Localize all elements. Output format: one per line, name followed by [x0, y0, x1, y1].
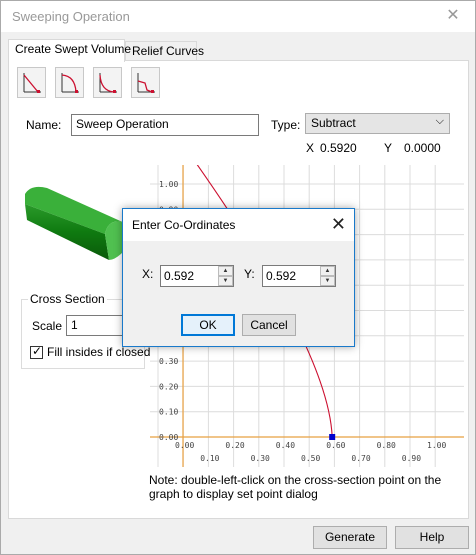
- y-tick-label: 0.10: [159, 408, 178, 417]
- y-tick-label: 0.20: [159, 382, 178, 391]
- dialog-x-value: 0.592: [164, 269, 195, 283]
- close-icon[interactable]: ✕: [331, 214, 346, 235]
- spinner-arrows: ▲ ▼: [218, 266, 233, 286]
- cancel-button[interactable]: Cancel: [242, 314, 296, 336]
- name-field[interactable]: Sweep Operation: [71, 114, 259, 136]
- profile-step-button[interactable]: [131, 67, 160, 98]
- x-tick-label: 0.20: [225, 441, 244, 450]
- help-button[interactable]: Help: [395, 526, 469, 549]
- dialog-x-spinner[interactable]: 0.592 ▲ ▼: [160, 265, 234, 287]
- graph-note: Note: double-left-click on the cross-sec…: [149, 473, 442, 501]
- x-tick-label: 0.30: [251, 454, 270, 463]
- title-bar[interactable]: Sweeping Operation ✕: [1, 1, 475, 32]
- x-readout-value: 0.5920: [320, 141, 357, 155]
- profile-step-icon: [137, 73, 155, 93]
- spinner-arrows: ▲ ▼: [320, 266, 335, 286]
- profile-convex-button[interactable]: [55, 67, 84, 98]
- dialog-x-label: X:: [142, 267, 154, 281]
- x-tick-label: 0.00: [175, 441, 194, 450]
- x-tick-label: 0.90: [402, 454, 421, 463]
- generate-button[interactable]: Generate: [313, 526, 387, 549]
- profile-convex-icon: [61, 73, 79, 93]
- enter-coordinates-dialog: Enter Co-Ordinates ✕ X: 0.592 ▲ ▼ Y: 0.5…: [122, 208, 355, 347]
- scale-field[interactable]: 1: [66, 315, 126, 336]
- fill-insides-label: Fill insides if closed: [47, 345, 151, 359]
- dialog-title: Enter Co-Ordinates: [132, 218, 236, 232]
- x-tick-label: 0.50: [301, 454, 320, 463]
- y-tick-label: 0.30: [159, 357, 178, 366]
- type-label: Type:: [271, 118, 301, 132]
- dialog-y-value: 0.592: [266, 269, 297, 283]
- profile-linear-icon: [23, 73, 41, 93]
- profile-linear-button[interactable]: [17, 67, 46, 98]
- type-select[interactable]: Subtract ⌵: [305, 113, 450, 134]
- scale-label: Scale: [32, 319, 63, 333]
- type-select-value: Subtract: [311, 116, 356, 130]
- spin-up-icon[interactable]: ▲: [320, 266, 335, 276]
- x-tick-label: 1.00: [427, 441, 446, 450]
- x-tick-label: 0.60: [326, 441, 345, 450]
- y-readout-value: 0.0000: [404, 141, 441, 155]
- name-label: Name:: [26, 118, 62, 132]
- dialog-y-label: Y:: [244, 267, 255, 281]
- dialog-title-bar[interactable]: Enter Co-Ordinates ✕: [123, 209, 354, 241]
- cross-section-legend: Cross Section: [28, 292, 107, 306]
- ok-button[interactable]: OK: [181, 314, 235, 336]
- tab-relief-curves[interactable]: Relief Curves: [125, 41, 204, 61]
- close-icon[interactable]: ✕: [443, 6, 463, 26]
- chevron-down-icon: ⌵: [435, 115, 444, 127]
- y-tick-label: 1.00: [159, 180, 178, 189]
- x-tick-label: 0.10: [200, 454, 219, 463]
- sweeping-operation-window: Sweeping Operation ✕ Create Swept Volume…: [0, 0, 476, 555]
- checkmark-icon: ✓: [32, 344, 43, 358]
- spin-up-icon[interactable]: ▲: [218, 266, 233, 276]
- cross-section-point: [329, 434, 336, 440]
- tab-create-swept-volume[interactable]: Create Swept Volume: [8, 39, 131, 62]
- x-tick-label: 0.40: [276, 441, 295, 450]
- spin-down-icon[interactable]: ▼: [320, 276, 335, 286]
- x-tick-label: 0.70: [351, 454, 370, 463]
- profile-concave-icon: [99, 73, 117, 93]
- spin-down-icon[interactable]: ▼: [218, 276, 233, 286]
- dialog-y-spinner[interactable]: 0.592 ▲ ▼: [262, 265, 336, 287]
- x-readout-label: X: [306, 141, 315, 155]
- sweep-preview-3d: [25, 186, 132, 260]
- window-title: Sweeping Operation: [12, 9, 130, 24]
- fill-insides-checkbox[interactable]: ✓: [30, 344, 43, 359]
- profile-concave-button[interactable]: [93, 67, 122, 98]
- y-readout-label: Y: [384, 141, 393, 155]
- x-tick-label: 0.80: [377, 441, 396, 450]
